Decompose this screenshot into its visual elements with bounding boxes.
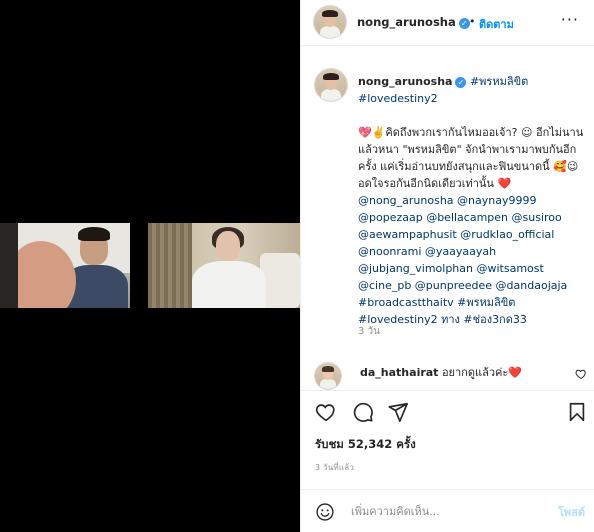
comment-text: da_hathairat อยากดูแล้วค่ะ❤️ bbox=[360, 363, 522, 381]
emoji-smiley-icon[interactable] bbox=[315, 502, 335, 522]
verified-badge-icon: ✓ bbox=[455, 77, 467, 88]
like-heart-icon[interactable] bbox=[315, 401, 337, 423]
add-comment-bar: โพสต์ bbox=[301, 489, 594, 532]
comment-row: da_hathairat อยากดูแล้วค่ะ❤️ bbox=[301, 358, 594, 390]
post-comment-button[interactable]: โพสต์ bbox=[558, 503, 585, 521]
comment-bubble-icon[interactable] bbox=[352, 401, 374, 423]
author-username[interactable]: nong_arunosha ✓ bbox=[357, 15, 470, 29]
instagram-post-viewer: nong_arunosha ✓ • ติดตาม ··· nong_arunosh… bbox=[0, 0, 594, 532]
view-count[interactable]: รับชม 52,342 ครั้ง bbox=[315, 436, 416, 454]
caption-hashtags[interactable]: #broadcastthaitv #พรหมลิขิต #lovedestiny… bbox=[358, 296, 527, 326]
comment-input[interactable] bbox=[351, 500, 541, 522]
caption-username[interactable]: nong_arunosha bbox=[358, 75, 452, 88]
separator-dot: • bbox=[469, 15, 476, 28]
caption-section: nong_arunosha ✓ #พรหมลิขิต #lovedestiny2 … bbox=[301, 46, 594, 386]
caption-avatar[interactable] bbox=[314, 68, 348, 102]
comment-body: อยากดูแล้วค่ะ❤️ bbox=[441, 366, 522, 379]
video-call-tile-woman bbox=[148, 223, 300, 308]
more-options-icon[interactable]: ··· bbox=[561, 10, 579, 29]
avatar[interactable] bbox=[313, 5, 347, 39]
post-video[interactable] bbox=[0, 0, 300, 532]
caption-timestamp: 3 วัน bbox=[358, 326, 380, 337]
caption-mentions[interactable]: @nong_arunosha @naynay9999 @popezaap @be… bbox=[358, 194, 567, 292]
commenter-username[interactable]: da_hathairat bbox=[360, 366, 438, 379]
post-side-panel: nong_arunosha ✓ • ติดตาม ··· nong_arunosh… bbox=[300, 0, 594, 532]
post-header: nong_arunosha ✓ • ติดตาม ··· bbox=[301, 0, 594, 46]
caption-body: 💖✌️คิดถึงพวกเรากันไหมออเจ้า? ☺ อีกไม่นาน… bbox=[358, 126, 584, 190]
commenter-avatar[interactable] bbox=[314, 362, 342, 390]
comment-like-heart-icon[interactable] bbox=[575, 368, 587, 380]
share-paper-plane-icon[interactable] bbox=[387, 401, 409, 423]
video-call-tile-man bbox=[18, 223, 130, 308]
follow-button[interactable]: ติดตาม bbox=[479, 15, 514, 33]
caption-text: nong_arunosha ✓ #พรหมลิขิต #lovedestiny2 … bbox=[358, 73, 586, 328]
post-date[interactable]: 3 วันที่แล้ว bbox=[315, 461, 354, 474]
post-actions-bar bbox=[301, 390, 594, 430]
caption-hashtag-1[interactable]: #พรหมลิขิต bbox=[470, 75, 528, 88]
save-bookmark-icon[interactable] bbox=[566, 401, 588, 423]
caption-hashtag-2[interactable]: #lovedestiny2 bbox=[358, 92, 438, 105]
video-call-tile-edge bbox=[0, 223, 18, 308]
